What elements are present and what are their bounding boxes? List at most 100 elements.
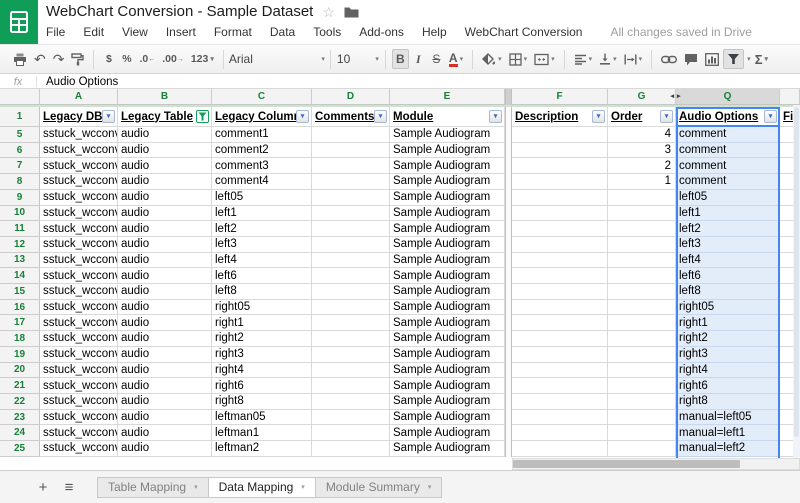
- cell[interactable]: [312, 410, 390, 426]
- filter-caret-icon[interactable]: ▾: [747, 55, 751, 63]
- cell[interactable]: Sample Audiogram: [390, 300, 505, 316]
- cell[interactable]: Sample Audiogram: [390, 378, 505, 394]
- cell[interactable]: [312, 206, 390, 222]
- filter-dropdown-button[interactable]: ▾: [102, 110, 115, 123]
- cell[interactable]: [512, 143, 608, 159]
- column-header-order[interactable]: Order▾: [608, 107, 676, 127]
- column-header-module[interactable]: Module▾: [390, 107, 505, 127]
- cell[interactable]: Sample Audiogram: [390, 315, 505, 331]
- font-family-select[interactable]: Arial▾: [224, 49, 330, 69]
- cell[interactable]: left1: [212, 206, 312, 222]
- cell[interactable]: sstuck_wcconv: [40, 363, 118, 379]
- borders-button[interactable]: ▾: [506, 49, 531, 69]
- cell[interactable]: sstuck_wcconv: [40, 410, 118, 426]
- cell[interactable]: right2: [676, 331, 780, 347]
- filter-dropdown-button[interactable]: ▾: [660, 110, 673, 123]
- cell[interactable]: Sample Audiogram: [390, 143, 505, 159]
- cell[interactable]: [608, 315, 676, 331]
- cell[interactable]: [312, 300, 390, 316]
- cell[interactable]: audio: [118, 347, 212, 363]
- sheets-logo-icon[interactable]: [0, 0, 38, 44]
- insert-comment-button[interactable]: [681, 49, 701, 69]
- cell[interactable]: [512, 190, 608, 206]
- cell[interactable]: Sample Audiogram: [390, 221, 505, 237]
- cell[interactable]: audio: [118, 300, 212, 316]
- cell[interactable]: audio: [118, 425, 212, 441]
- cell[interactable]: [312, 441, 390, 457]
- cell[interactable]: right4: [676, 363, 780, 379]
- add-sheet-button[interactable]: +: [30, 480, 56, 495]
- column-letter-E[interactable]: E: [390, 89, 505, 105]
- all-sheets-menu-icon[interactable]: ≡: [56, 480, 82, 495]
- star-icon[interactable]: ☆: [322, 5, 335, 19]
- column-letter-G[interactable]: G◂: [608, 89, 676, 105]
- cell[interactable]: right4: [212, 363, 312, 379]
- tab-caret-icon[interactable]: ▾: [428, 483, 432, 491]
- cell[interactable]: [608, 284, 676, 300]
- functions-button[interactable]: Σ▾: [752, 49, 771, 69]
- cell[interactable]: right8: [676, 394, 780, 410]
- cell[interactable]: [312, 190, 390, 206]
- cell[interactable]: [608, 331, 676, 347]
- format-percent-button[interactable]: %: [118, 49, 135, 69]
- bold-button[interactable]: B: [392, 49, 409, 69]
- column-header-legacy-table[interactable]: Legacy Table: [118, 107, 212, 127]
- cell[interactable]: [312, 143, 390, 159]
- cell[interactable]: audio: [118, 190, 212, 206]
- cell[interactable]: left1: [676, 206, 780, 222]
- cell[interactable]: [312, 221, 390, 237]
- decrease-decimal-button[interactable]: .0←: [136, 49, 158, 69]
- cell[interactable]: [312, 425, 390, 441]
- cell[interactable]: Sample Audiogram: [390, 410, 505, 426]
- column-header-comments[interactable]: Comments▾: [312, 107, 390, 127]
- cell[interactable]: Sample Audiogram: [390, 331, 505, 347]
- text-color-button[interactable]: A▾: [446, 49, 466, 69]
- filter-dropdown-button[interactable]: ▾: [489, 110, 502, 123]
- format-currency-button[interactable]: $: [100, 49, 117, 69]
- cell[interactable]: audio: [118, 441, 212, 457]
- cell[interactable]: sstuck_wcconv: [40, 441, 118, 457]
- cell[interactable]: left05: [676, 190, 780, 206]
- cell[interactable]: [312, 174, 390, 190]
- cell[interactable]: [512, 158, 608, 174]
- cell[interactable]: right6: [212, 378, 312, 394]
- row-header-5[interactable]: 5: [0, 127, 40, 143]
- cell[interactable]: left6: [212, 268, 312, 284]
- cell[interactable]: manual=left2: [676, 441, 780, 457]
- cell[interactable]: [608, 221, 676, 237]
- cell[interactable]: right05: [676, 300, 780, 316]
- cell[interactable]: Sample Audiogram: [390, 127, 505, 143]
- cell[interactable]: leftman1: [212, 425, 312, 441]
- cell[interactable]: [512, 174, 608, 190]
- cell[interactable]: leftman2: [212, 441, 312, 457]
- cell[interactable]: [608, 410, 676, 426]
- cell[interactable]: [608, 300, 676, 316]
- cell[interactable]: sstuck_wcconv: [40, 174, 118, 190]
- row-header-22[interactable]: 22: [0, 394, 40, 410]
- vertical-scrollbar-thumb[interactable]: [794, 107, 799, 437]
- cell[interactable]: sstuck_wcconv: [40, 143, 118, 159]
- cell[interactable]: sstuck_wcconv: [40, 268, 118, 284]
- horizontal-align-button[interactable]: ▾: [571, 49, 596, 69]
- cell[interactable]: [312, 268, 390, 284]
- column-header-audio-options[interactable]: Audio Options▾: [676, 107, 780, 127]
- column-letter-F[interactable]: F: [512, 89, 608, 105]
- cell[interactable]: audio: [118, 174, 212, 190]
- cell[interactable]: Sample Audiogram: [390, 190, 505, 206]
- row-header-9[interactable]: 9: [0, 190, 40, 206]
- row-header-7[interactable]: 7: [0, 158, 40, 174]
- cell[interactable]: comment2: [212, 143, 312, 159]
- menu-view[interactable]: View: [122, 25, 148, 39]
- tab-table-mapping[interactable]: Table Mapping▾: [97, 477, 209, 498]
- cell[interactable]: audio: [118, 237, 212, 253]
- cell[interactable]: Sample Audiogram: [390, 237, 505, 253]
- cell[interactable]: right3: [676, 347, 780, 363]
- row-header-18[interactable]: 18: [0, 331, 40, 347]
- filter-dropdown-button[interactable]: ▾: [296, 110, 309, 123]
- cell[interactable]: sstuck_wcconv: [40, 127, 118, 143]
- cell[interactable]: comment: [676, 127, 780, 143]
- column-header-legacy-db[interactable]: Legacy DB▾: [40, 107, 118, 127]
- row-header-24[interactable]: 24: [0, 425, 40, 441]
- filter-active-icon[interactable]: [196, 110, 209, 123]
- cell[interactable]: Sample Audiogram: [390, 425, 505, 441]
